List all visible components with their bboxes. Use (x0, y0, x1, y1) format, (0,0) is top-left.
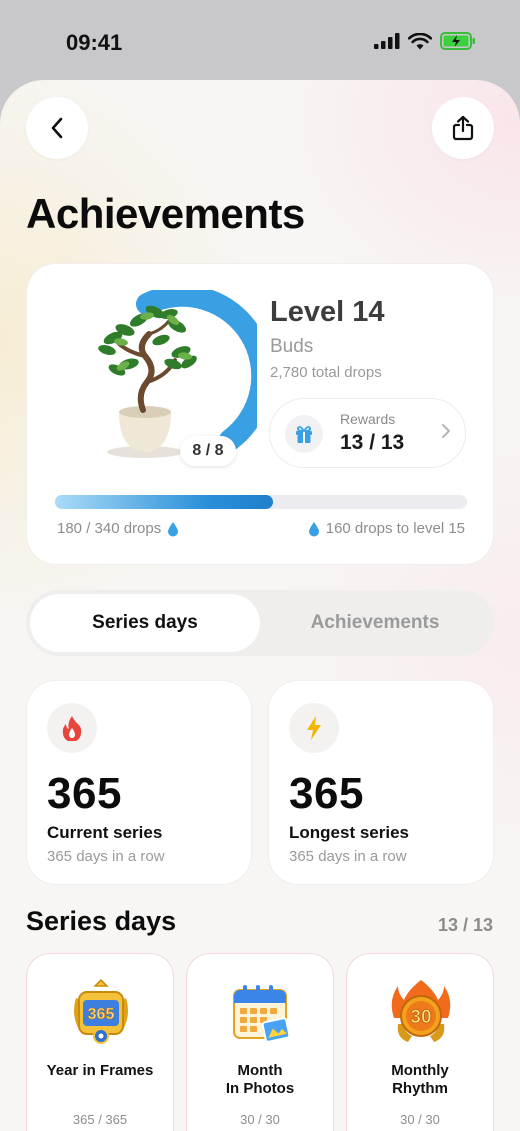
wifi-icon (408, 32, 432, 49)
chevron-right-icon (442, 424, 450, 438)
badge-progress: 30 / 30 (400, 1112, 440, 1127)
rewards-label: Rewards (340, 411, 396, 427)
level-progress-fill (55, 495, 274, 509)
badge-name: Monthly Rhythm (353, 1062, 487, 1098)
progress-current: 180 / 340 drops (57, 520, 179, 537)
series-days-heading: Series days (26, 906, 177, 936)
back-button[interactable] (26, 97, 88, 159)
ring-progress-badge: 8 / 8 (180, 436, 236, 466)
achievements-sheet: Achievements 8 / 8 Level 14 Buds 2,780 t… (0, 80, 520, 1131)
lightning-icon (289, 703, 339, 753)
current-series-sub: 365 days in a row (47, 848, 165, 865)
badge-name: Year in Frames (46, 1062, 154, 1079)
badge-progress: 30 / 30 (240, 1112, 280, 1127)
monthly-rhythm-badge-text: 30 (410, 1007, 431, 1028)
status-time: 09:41 (66, 30, 123, 55)
badge-month-in-photos[interactable]: Month In Photos 30 / 30 (186, 953, 334, 1131)
longest-series-card[interactable]: 365 Longest series 365 days in a row (268, 680, 494, 885)
level-title: Level 14 (270, 296, 385, 328)
share-icon (452, 115, 474, 141)
gift-icon (285, 415, 323, 453)
monthly-rhythm-badge-icon: 30 (391, 980, 451, 1042)
longest-series-value: 365 (289, 769, 364, 818)
status-icons (374, 32, 476, 50)
tab-achievements[interactable]: Achievements (260, 594, 490, 652)
badge-year-in-frames[interactable]: 365 Year in Frames 365 / 365 (26, 953, 174, 1131)
badge-monthly-rhythm[interactable]: 30 Monthly Rhythm 30 / 30 (346, 953, 494, 1131)
current-series-label: Current series (47, 823, 163, 842)
series-days-count: 13 / 13 (437, 915, 493, 935)
badge-name-line2: In Photos (225, 1080, 295, 1097)
longest-series-label: Longest series (289, 823, 409, 842)
progress-remaining: 160 drops to level 15 (308, 520, 465, 537)
calendar-photo-badge-icon (233, 985, 291, 1043)
cellular-signal-icon (374, 33, 400, 49)
segmented-control: Series days Achievements (26, 590, 494, 656)
rewards-value: 13 / 13 (340, 431, 405, 454)
rewards-button[interactable]: Rewards 13 / 13 (269, 398, 466, 468)
status-bar: 09:41 (0, 0, 520, 80)
level-card: 8 / 8 Level 14 Buds 2,780 total drops Re… (26, 263, 494, 565)
water-drop-icon (308, 521, 319, 536)
water-drop-icon (168, 521, 179, 536)
badge-name-line1: Monthly (391, 1062, 449, 1079)
progress-current-text: 180 / 340 drops (57, 520, 162, 537)
badge-progress: 365 / 365 (72, 1112, 128, 1127)
chevron-left-icon (51, 117, 63, 139)
battery-charging-icon (440, 32, 475, 50)
progress-remaining-text: 160 drops to level 15 (325, 520, 465, 537)
current-series-value: 365 (47, 769, 122, 818)
share-button[interactable] (432, 97, 494, 159)
level-total-drops: 2,780 total drops (270, 364, 382, 381)
badge-name-line1: Month (237, 1062, 283, 1079)
page-title: Achievements (26, 190, 305, 237)
badge-name: Month In Photos (193, 1062, 327, 1098)
longest-series-sub: 365 days in a row (289, 848, 407, 865)
level-progress-bar (55, 495, 467, 509)
level-stage: Buds (270, 336, 314, 357)
year-in-frames-badge-icon: 365 (74, 978, 128, 1044)
current-series-card[interactable]: 365 Current series 365 days in a row (26, 680, 252, 885)
badge-name-line2: Rhythm (392, 1080, 448, 1097)
flame-icon (47, 703, 97, 753)
tab-series-days[interactable]: Series days (30, 594, 260, 652)
year-in-frames-badge-text: 365 (88, 1006, 115, 1023)
